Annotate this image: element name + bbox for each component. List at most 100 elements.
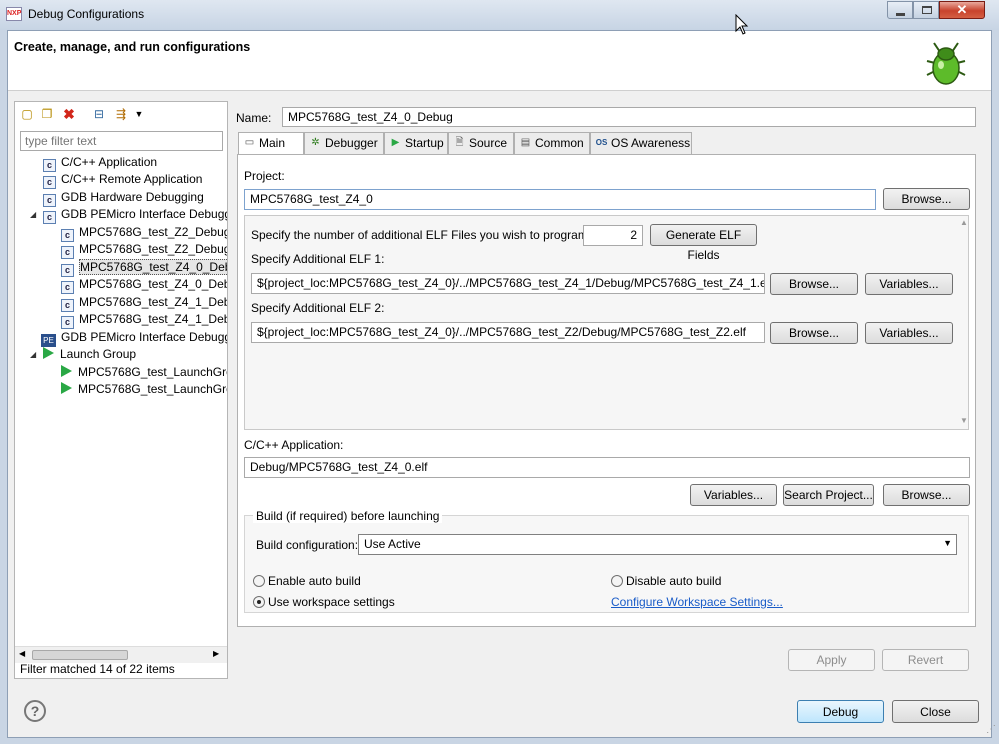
tab-startup[interactable]: ▶ Startup (384, 132, 448, 154)
dialog-header: Create, manage, and run configurations (8, 31, 991, 91)
tree-item-config[interactable]: c MPC5768G_test_Z4_1_Debu (61, 311, 227, 329)
tree-item-launch-group[interactable]: ◢ Launch Group (30, 346, 136, 363)
scroll-down-icon[interactable]: ▼ (960, 416, 968, 425)
tree-item-config[interactable]: c MPC5768G_test_Z4_0_Debu (61, 276, 227, 294)
configure-workspace-link[interactable]: Configure Workspace Settings... (611, 595, 783, 609)
minimize-button[interactable] (887, 1, 913, 19)
tree-item-config[interactable]: c MPC5768G_test_Z4_1_Debu (61, 294, 227, 312)
generate-elf-fields-button[interactable]: Generate ELF Fields (650, 224, 757, 262)
app-variables-button[interactable]: Variables... (690, 484, 777, 506)
filter-input[interactable] (20, 131, 223, 151)
build-settings-group: Build (if required) before launching Bui… (244, 509, 969, 613)
main-tab-panel: Project: MPC5768G_test_Z4_0 Browse... Sp… (237, 154, 976, 627)
filter-icon[interactable]: ⇶ (113, 106, 129, 122)
os-icon: OS (595, 138, 608, 147)
enable-auto-build-label[interactable]: Enable auto build (268, 574, 361, 588)
use-workspace-label[interactable]: Use workspace settings (268, 595, 395, 609)
build-config-select[interactable]: Use Active ▼ (358, 534, 957, 555)
dialog-client-area: Create, manage, and run configurations ▢… (7, 30, 996, 738)
bug-icon (926, 42, 966, 85)
tree-item-cpp-application[interactable]: c C/C++ Application (43, 154, 157, 172)
startup-icon: ▶ (391, 137, 400, 148)
tree-item-config[interactable]: c MPC5768G_test_Z2_Debug_ (61, 241, 227, 259)
enable-auto-build-radio[interactable] (253, 575, 265, 587)
disable-auto-build-label[interactable]: Disable auto build (626, 574, 721, 588)
elf-count-input[interactable]: 2 (583, 225, 643, 246)
search-project-button[interactable]: Search Project... (783, 484, 874, 506)
tab-os-awareness[interactable]: OS OS Awareness (590, 132, 692, 154)
close-window-button[interactable]: ✕ (939, 1, 985, 19)
view-menu-icon[interactable]: ▼ (131, 106, 147, 122)
tab-source[interactable]: 🗎 Source (448, 132, 514, 154)
duplicate-icon[interactable]: ❐ (39, 106, 55, 122)
launch-icon (43, 347, 54, 359)
expanded-arrow-icon[interactable]: ◢ (30, 206, 36, 223)
debug-button[interactable]: Debug (797, 700, 884, 723)
common-icon: ▤ (520, 137, 531, 148)
elf1-variables-button[interactable]: Variables... (865, 273, 953, 295)
revert-button[interactable]: Revert (882, 649, 969, 671)
tree-item-gdb-pemicro[interactable]: ◢ c GDB PEMicro Interface Debugg (30, 206, 227, 224)
elf2-browse-button[interactable]: Browse... (770, 322, 858, 344)
elf2-input[interactable]: ${project_loc:MPC5768G_test_Z4_0}/../MPC… (251, 322, 765, 343)
tree-item-launch-config[interactable]: MPC5768G_test_LaunchGro (61, 364, 227, 381)
c-icon: c (43, 211, 56, 224)
apply-button[interactable]: Apply (788, 649, 875, 671)
tab-common[interactable]: ▤ Common (514, 132, 590, 154)
scrollbar-thumb[interactable] (32, 650, 128, 660)
config-name-input[interactable]: MPC5768G_test_Z4_0_Debug (282, 107, 976, 127)
scroll-right-icon[interactable]: ▶ (213, 649, 219, 658)
cpp-application-input[interactable]: Debug/MPC5768G_test_Z4_0.elf (244, 457, 970, 478)
build-config-label: Build configuration: (256, 538, 359, 552)
collapse-all-icon[interactable]: ⊟ (91, 106, 107, 122)
build-group-label: Build (if required) before launching (253, 509, 443, 523)
c-icon: c (61, 246, 74, 259)
resize-grip-icon[interactable]: ⋰ (986, 724, 996, 735)
maximize-icon (922, 6, 932, 14)
tab-main[interactable]: ▭ Main (238, 132, 304, 156)
source-icon: 🗎 (455, 137, 464, 148)
header-title: Create, manage, and run configurations (14, 40, 251, 54)
tree-item-config-selected[interactable]: c MPC5768G_test_Z4_0_Debu (61, 259, 227, 277)
tree-item-config[interactable]: c MPC5768G_test_Z2_Debug (61, 224, 227, 242)
elf1-browse-button[interactable]: Browse... (770, 273, 858, 295)
scroll-up-icon[interactable]: ▲ (960, 218, 968, 227)
filter-status: Filter matched 14 of 22 items (20, 662, 175, 676)
c-icon: c (61, 316, 74, 329)
disable-auto-build-radio[interactable] (611, 575, 623, 587)
cursor-icon (735, 14, 749, 35)
delete-icon[interactable]: ✖ (61, 106, 77, 122)
help-icon[interactable]: ? (24, 700, 46, 722)
elf1-label: Specify Additional ELF 1: (251, 252, 385, 266)
maximize-button[interactable] (913, 1, 939, 19)
name-label: Name: (236, 111, 272, 125)
elf2-variables-button[interactable]: Variables... (865, 322, 953, 344)
launch-icon (61, 365, 72, 377)
elf-files-panel: Specify the number of additional ELF Fil… (244, 215, 969, 430)
vertical-scrollbar[interactable]: ▲ ▼ (959, 218, 969, 428)
expanded-arrow-icon[interactable]: ◢ (30, 346, 36, 363)
tree-item-launch-config[interactable]: MPC5768G_test_LaunchGro (61, 381, 227, 398)
project-browse-button[interactable]: Browse... (883, 188, 970, 210)
tree-item-gdb-pemicro-2[interactable]: PE GDB PEMicro Interface Debugg (41, 329, 227, 347)
title-bar[interactable]: NXP Debug Configurations ✕ (0, 0, 999, 30)
elf-count-label: Specify the number of additional ELF Fil… (251, 228, 592, 242)
main-icon: ▭ (244, 137, 255, 148)
cpp-application-label: C/C++ Application: (244, 438, 344, 452)
scroll-left-icon[interactable]: ◀ (19, 649, 25, 658)
minimize-icon (896, 13, 905, 16)
window-title: Debug Configurations (28, 7, 145, 21)
app-browse-button[interactable]: Browse... (883, 484, 970, 506)
close-button[interactable]: Close (892, 700, 979, 723)
tree-item-gdb-hardware[interactable]: c GDB Hardware Debugging (43, 189, 204, 207)
app-icon: NXP (6, 7, 22, 21)
use-workspace-radio[interactable] (253, 596, 265, 608)
horizontal-scrollbar[interactable]: ◀ ▶ (15, 646, 227, 663)
elf1-input[interactable]: ${project_loc:MPC5768G_test_Z4_0}/../MPC… (251, 273, 765, 294)
project-input[interactable]: MPC5768G_test_Z4_0 (244, 189, 876, 210)
debugger-icon: ✲ (311, 137, 320, 148)
tab-debugger[interactable]: ✲ Debugger (304, 132, 384, 154)
tree-item-cpp-remote-application[interactable]: c C/C++ Remote Application (43, 171, 202, 189)
new-config-icon[interactable]: ▢ (19, 106, 35, 122)
chevron-down-icon: ▼ (943, 538, 952, 548)
